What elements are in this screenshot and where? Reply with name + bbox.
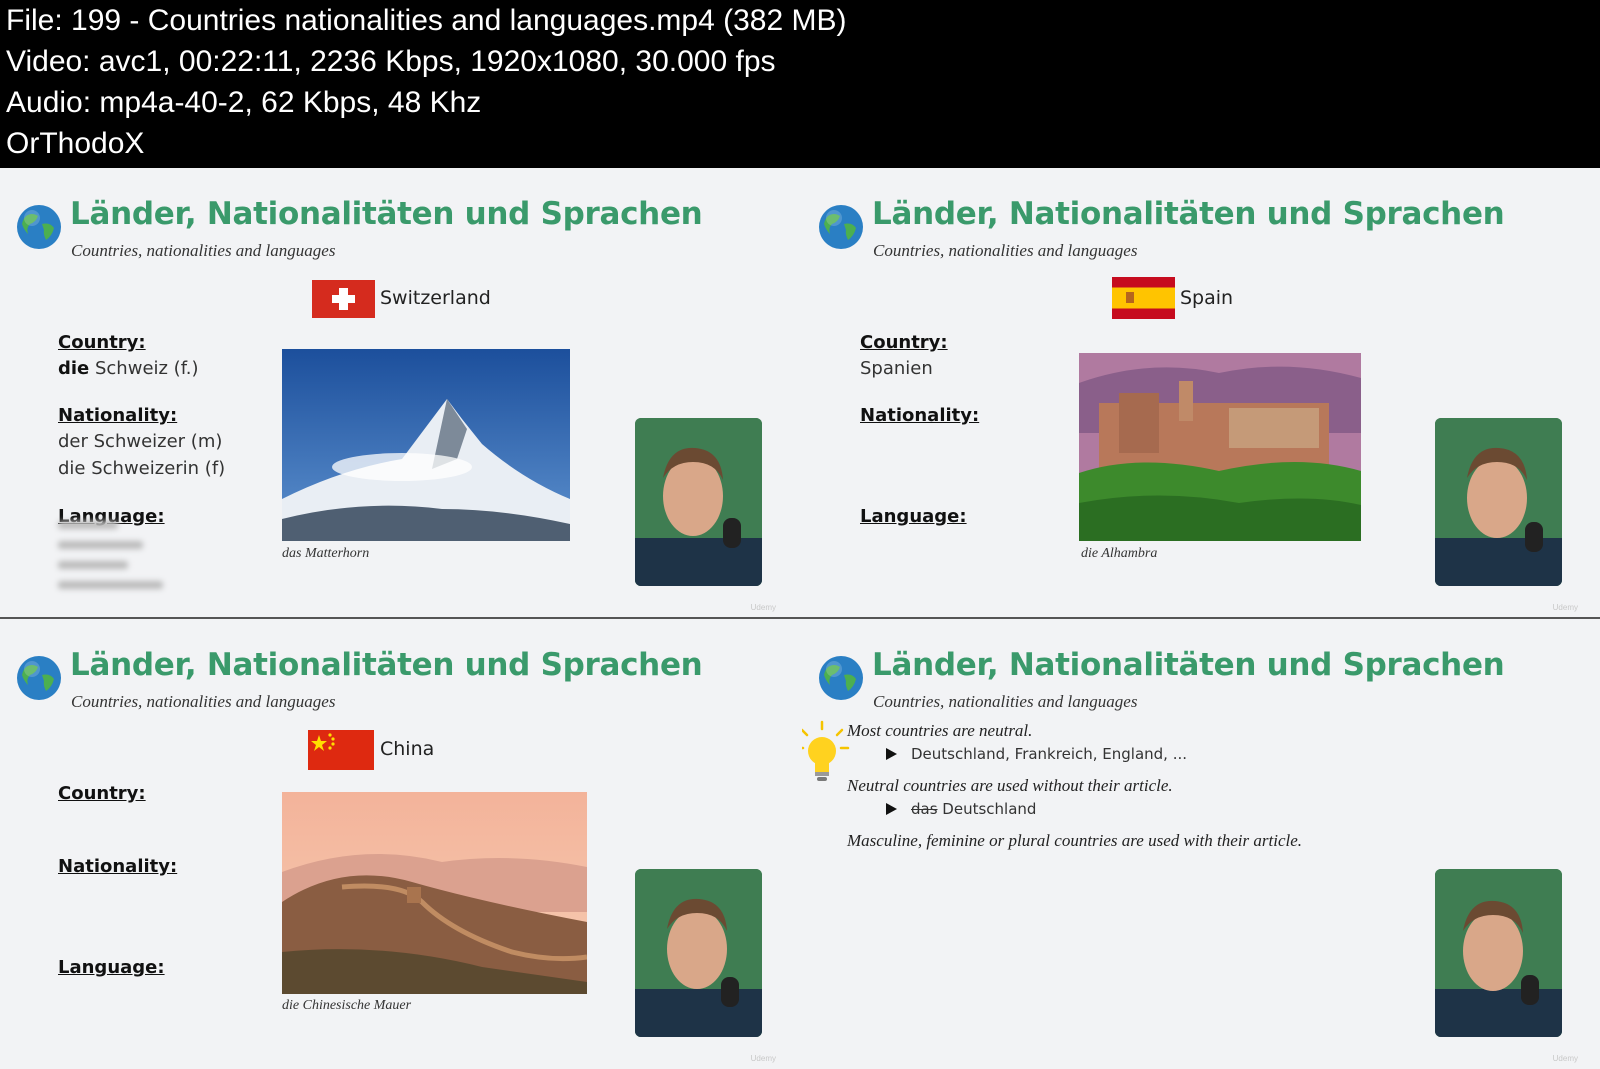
globe-icon	[17, 205, 61, 249]
country-value: die Schweiz (f.)	[58, 358, 198, 379]
slide-title: Länder, Nationalitäten und Sprachen	[872, 647, 1505, 683]
watermark: Udemy	[750, 1054, 776, 1063]
globe-icon	[17, 656, 61, 700]
country-value: Spanien	[860, 358, 933, 379]
panel-china: Länder, Nationalitäten und Sprachen Coun…	[0, 620, 798, 1069]
great-wall-photo	[282, 792, 587, 994]
file-line: File: 199 - Countries nationalities and …	[6, 4, 847, 37]
panel-divider	[0, 617, 1600, 619]
panel-notes: Länder, Nationalitäten und Sprachen Coun…	[802, 620, 1600, 1069]
watermark: Udemy	[750, 603, 776, 612]
note-without-article: Neutral countries are used without their…	[847, 776, 1173, 795]
slide-title: Länder, Nationalitäten und Sprachen	[872, 196, 1505, 232]
country-label: Country:	[58, 783, 146, 804]
photo-caption: die Alhambra	[1081, 546, 1158, 561]
video-line: Video: avc1, 00:22:11, 2236 Kbps, 1920x1…	[6, 45, 776, 78]
country-label: Country:	[58, 332, 146, 353]
bullet-arrow-icon	[886, 803, 897, 815]
panel-switzerland: Länder, Nationalitäten und Sprachen Coun…	[0, 169, 798, 618]
slide-title: Länder, Nationalitäten und Sprachen	[70, 647, 703, 683]
nationality-label: Nationality:	[860, 405, 980, 426]
slide-subtitle: Countries, nationalities and languages	[873, 692, 1138, 711]
nationality-female: die Schweizerin (f)	[58, 458, 226, 479]
bullet-deutschland: das Deutschland	[886, 800, 1036, 818]
watermark: Udemy	[1552, 1054, 1578, 1063]
globe-icon	[819, 205, 863, 249]
lightbulb-icon	[802, 720, 850, 781]
panel-spain: Länder, Nationalitäten und Sprachen Coun…	[802, 169, 1600, 618]
language-label: Language:	[860, 506, 967, 527]
blurred-text	[58, 521, 168, 601]
tag-line: OrThodoX	[6, 127, 145, 160]
note-neutral: Most countries are neutral.	[847, 721, 1033, 740]
watermark: Udemy	[1552, 603, 1578, 612]
presenter-video	[1435, 418, 1562, 586]
alhambra-photo	[1079, 353, 1361, 541]
presenter-video	[635, 869, 762, 1037]
photo-caption: das Matterhorn	[282, 546, 370, 561]
country-label: Country:	[860, 332, 948, 353]
nationality-label: Nationality:	[58, 405, 178, 426]
bullet-arrow-icon	[886, 748, 897, 760]
bullet-text: Deutschland, Frankreich, England, ...	[911, 745, 1188, 763]
nationality-label: Nationality:	[58, 856, 178, 877]
slide-subtitle: Countries, nationalities and languages	[873, 241, 1138, 260]
slide-subtitle: Countries, nationalities and languages	[71, 692, 336, 711]
swiss-flag	[312, 280, 375, 318]
bullet-text: Deutschland	[937, 800, 1037, 818]
matterhorn-photo	[282, 349, 570, 541]
chinese-flag	[308, 730, 374, 770]
country-name: Spain	[1180, 287, 1234, 309]
presenter-video	[1435, 869, 1562, 1037]
audio-line: Audio: mp4a-40-2, 62 Kbps, 48 Khz	[6, 86, 482, 119]
country-word: Schweiz (f.)	[89, 358, 199, 379]
note-with-article: Masculine, feminine or plural countries …	[847, 831, 1303, 850]
language-label: Language:	[58, 957, 165, 978]
country-name: China	[380, 738, 435, 760]
photo-caption: die Chinesische Mauer	[282, 998, 412, 1013]
spanish-flag	[1112, 277, 1175, 319]
country-name: Switzerland	[380, 287, 491, 309]
struck-article: das	[911, 800, 938, 818]
file-info-header: File: 199 - Countries nationalities and …	[0, 0, 1600, 168]
slide-subtitle: Countries, nationalities and languages	[71, 241, 336, 260]
nationality-male: der Schweizer (m)	[58, 431, 223, 452]
article: die	[58, 358, 90, 379]
bullet-examples: Deutschland, Frankreich, England, ...	[886, 745, 1187, 763]
presenter-video	[635, 418, 762, 586]
globe-icon	[819, 656, 863, 700]
slide-title: Länder, Nationalitäten und Sprachen	[70, 196, 703, 232]
